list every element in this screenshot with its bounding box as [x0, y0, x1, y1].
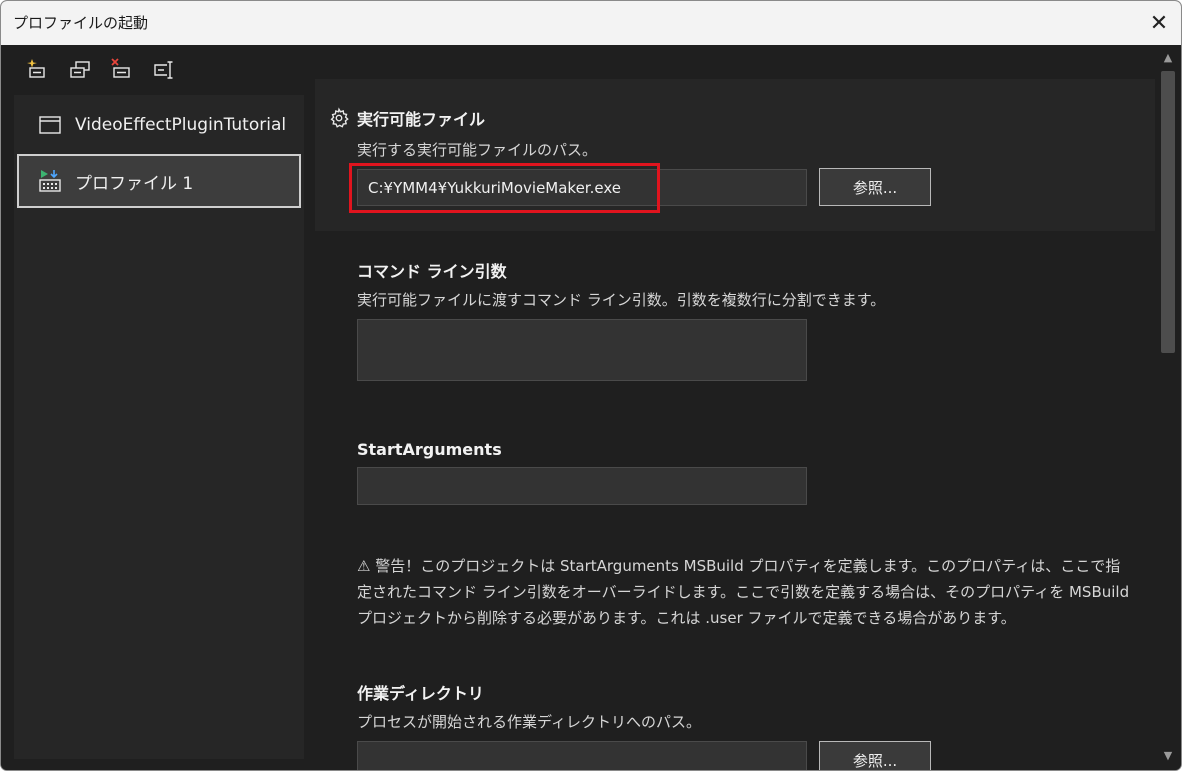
- profile-item-videoeffectplugintutorial[interactable]: VideoEffectPluginTutorial: [17, 98, 301, 152]
- warning-line: プロジェクトから削除する必要があります。これは .user ファイルで定義できる…: [357, 609, 1016, 627]
- new-profile-icon[interactable]: [25, 57, 51, 83]
- window-title: プロファイルの起動: [13, 14, 149, 32]
- scroll-up-icon[interactable]: ▲: [1155, 47, 1181, 67]
- command-line-description: 実行可能ファイルに渡すコマンド ライン引数。引数を複数行に分割できます。: [357, 291, 886, 309]
- highlight-box: [349, 163, 660, 213]
- profile-list: VideoEffectPluginTutorial プロファイル 1: [14, 95, 304, 759]
- executable-heading: 実行可能ファイル: [357, 110, 486, 129]
- warning-message: ⚠ 警告！このプロジェクトは StartArguments MSBuild プロ…: [357, 553, 1129, 631]
- command-line-input[interactable]: [357, 319, 807, 381]
- settings-top-strip: [315, 45, 1155, 79]
- scroll-down-icon[interactable]: ▼: [1155, 745, 1181, 765]
- warning-line: 定されたコマンド ライン引数をオーバーライドします。ここで引数を定義する場合は、…: [357, 583, 1130, 601]
- scroll-thumb[interactable]: [1161, 71, 1175, 353]
- title-bar: プロファイルの起動 ✕: [1, 1, 1181, 45]
- start-arguments-heading: StartArguments: [357, 440, 502, 459]
- working-directory-heading: 作業ディレクトリ: [357, 684, 484, 703]
- start-arguments-input[interactable]: [357, 467, 807, 505]
- executable-browse-button[interactable]: 参照...: [819, 168, 931, 206]
- executable-browse-label: 参照...: [852, 178, 898, 197]
- window-icon: [37, 112, 63, 138]
- close-button[interactable]: ✕: [1137, 1, 1181, 45]
- launch-profiles-window: プロファイルの起動 ✕ VideoEffectPluginTutorial プロ…: [0, 0, 1182, 771]
- profile-item-label: プロファイル 1: [75, 173, 194, 194]
- working-directory-browse-button[interactable]: 参照...: [819, 741, 931, 770]
- settings-pane: 実行可能ファイル 実行する実行可能ファイルのパス。 C:¥YMM4¥Yukkur…: [315, 45, 1155, 770]
- executable-description: 実行する実行可能ファイルのパス。: [357, 141, 598, 159]
- profile-item-label: VideoEffectPluginTutorial: [75, 115, 287, 135]
- profile-item-profile-1[interactable]: プロファイル 1: [17, 154, 301, 208]
- duplicate-profile-icon[interactable]: [67, 57, 93, 83]
- working-directory-description: プロセスが開始される作業ディレクトリへのパス。: [357, 713, 701, 731]
- command-line-heading: コマンド ライン引数: [357, 262, 507, 281]
- gear-icon: [328, 107, 350, 129]
- profiles-pane: VideoEffectPluginTutorial プロファイル 1: [1, 45, 315, 770]
- other-settings: コマンド ライン引数 実行可能ファイルに渡すコマンド ライン引数。引数を複数行に…: [315, 231, 1155, 770]
- rename-profile-icon[interactable]: [151, 57, 177, 83]
- executable-section: 実行可能ファイル 実行する実行可能ファイルのパス。 C:¥YMM4¥Yukkur…: [315, 79, 1155, 231]
- warning-line: ⚠ 警告！このプロジェクトは StartArguments MSBuild プロ…: [357, 557, 1121, 575]
- vertical-scrollbar[interactable]: ▲ ▼: [1155, 45, 1181, 770]
- working-directory-browse-label: 参照...: [852, 751, 898, 770]
- close-icon: ✕: [1149, 10, 1169, 36]
- executable-profile-icon: [37, 168, 63, 194]
- working-directory-input[interactable]: [357, 741, 807, 770]
- delete-profile-icon[interactable]: [109, 57, 135, 83]
